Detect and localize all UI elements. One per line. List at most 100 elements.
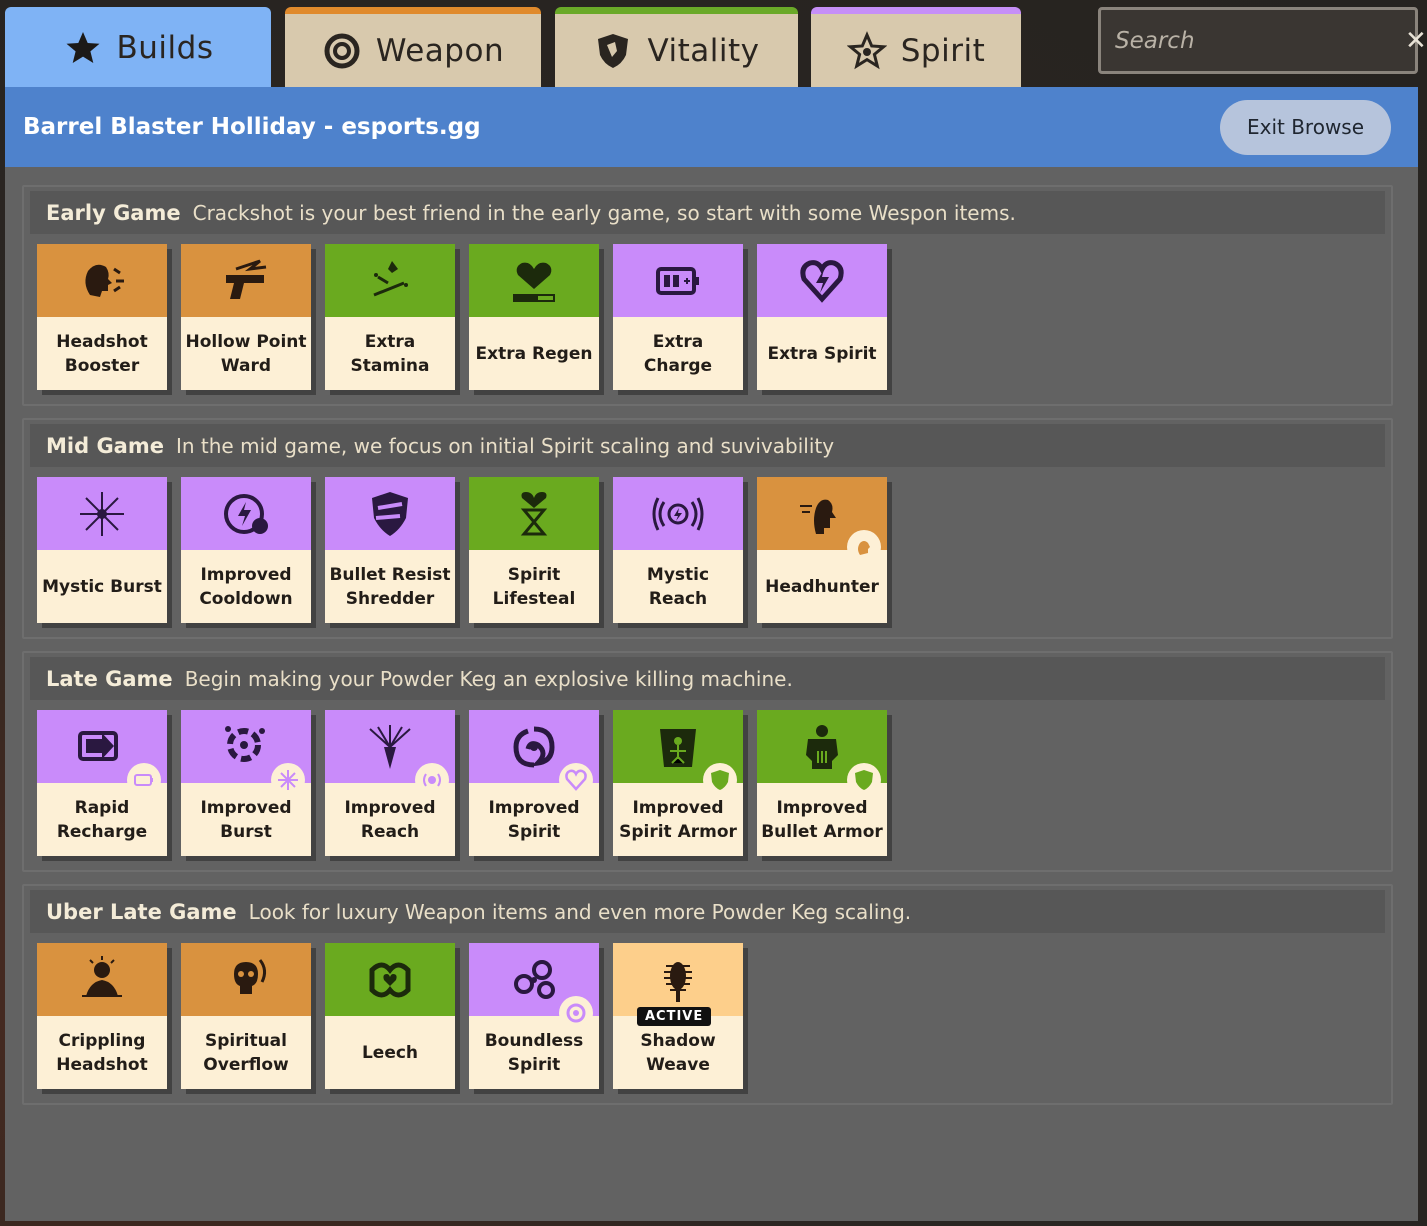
item-card-extra-spirit[interactable]: Extra Spirit bbox=[757, 244, 887, 390]
item-card-spirit-lifesteal[interactable]: Spirit Lifesteal bbox=[469, 477, 599, 623]
improved-cooldown-icon bbox=[181, 477, 311, 550]
upgrade-badge-icon bbox=[127, 763, 161, 797]
item-card-shadow-weave[interactable]: ACTIVE Shadow Weave bbox=[613, 943, 743, 1089]
spirit-lifesteal-icon bbox=[469, 477, 599, 550]
extra-charge-icon bbox=[613, 244, 743, 317]
spirit-star-icon bbox=[846, 30, 888, 71]
tab-vitality[interactable]: Vitality bbox=[555, 7, 798, 87]
item-card-extra-charge[interactable]: Extra Charge bbox=[613, 244, 743, 390]
spiritual-overflow-icon bbox=[181, 943, 311, 1016]
section-title: Early Game bbox=[46, 200, 181, 225]
tab-label: Vitality bbox=[647, 32, 760, 69]
section-late-game: Late Game Begin making your Powder Keg an… bbox=[22, 651, 1393, 872]
tab-label: Spirit bbox=[900, 32, 986, 69]
item-name: Mystic Burst bbox=[42, 576, 162, 597]
star-icon bbox=[63, 28, 103, 68]
leech-icon bbox=[325, 943, 455, 1016]
shield-icon bbox=[593, 31, 633, 71]
item-card-mystic-burst[interactable]: Mystic Burst bbox=[37, 477, 167, 623]
item-card-crippling-headshot[interactable]: Crippling Headshot bbox=[37, 943, 167, 1089]
item-name: Shadow Weave bbox=[640, 1030, 716, 1075]
item-card-headshot-booster[interactable]: Headshot Booster bbox=[37, 244, 167, 390]
section-header: Uber Late Game Look for luxury Weapon ite… bbox=[30, 890, 1385, 933]
section-title: Mid Game bbox=[46, 433, 164, 458]
improved-bullet-armor-icon bbox=[757, 710, 887, 797]
search-box: ✕ bbox=[1098, 7, 1427, 74]
item-row: Headshot Booster Hollow Point Ward Extra S… bbox=[30, 234, 1385, 390]
tab-weapon[interactable]: Weapon bbox=[285, 7, 541, 87]
upgrade-badge-icon bbox=[847, 530, 881, 564]
section-description: Crackshot is your best friend in the ear… bbox=[192, 200, 1016, 225]
section-header: Mid Game In the mid game, we focus on ini… bbox=[30, 424, 1385, 467]
upgrade-badge-icon bbox=[271, 763, 305, 797]
improved-reach-icon bbox=[325, 710, 455, 797]
item-name: Spiritual Overflow bbox=[203, 1030, 289, 1075]
section-title: Uber Late Game bbox=[46, 899, 237, 924]
section-uber-late-game: Uber Late Game Look for luxury Weapon ite… bbox=[22, 884, 1393, 1105]
item-name: Bullet Resist Shredder bbox=[329, 564, 451, 609]
item-name: Spirit Lifesteal bbox=[492, 564, 576, 609]
mystic-burst-icon bbox=[37, 477, 167, 550]
improved-burst-icon bbox=[181, 710, 311, 797]
extra-spirit-icon bbox=[757, 244, 887, 317]
shop-tabs: Builds Weapon Vitality Spirit ✕ bbox=[0, 0, 1427, 89]
tab-label: Weapon bbox=[375, 32, 505, 69]
rapid-recharge-icon bbox=[37, 710, 167, 797]
section-mid-game: Mid Game In the mid game, we focus on ini… bbox=[22, 418, 1393, 639]
item-name: Mystic Reach bbox=[646, 564, 710, 609]
item-name: Improved Cooldown bbox=[199, 564, 293, 609]
tab-label: Builds bbox=[116, 30, 214, 66]
section-description: In the mid game, we focus on initial Spi… bbox=[175, 433, 835, 458]
section-description: Begin making your Powder Keg an explosiv… bbox=[184, 666, 793, 691]
item-card-mystic-reach[interactable]: Mystic Reach bbox=[613, 477, 743, 623]
mystic-reach-icon bbox=[613, 477, 743, 550]
section-title: Late Game bbox=[46, 666, 173, 691]
item-card-improved-spirit-armor[interactable]: Improved Spirit Armor bbox=[613, 710, 743, 856]
hollow-point-ward-icon bbox=[181, 244, 311, 317]
item-row: Crippling Headshot Spiritual Overflow Leec… bbox=[30, 933, 1385, 1089]
extra-regen-icon bbox=[469, 244, 599, 317]
item-card-rapid-recharge[interactable]: Rapid Recharge bbox=[37, 710, 167, 856]
section-description: Look for luxury Weapon items and even mo… bbox=[248, 899, 912, 924]
active-tag: ACTIVE bbox=[637, 1007, 712, 1026]
item-card-boundless-spirit[interactable]: Boundless Spirit bbox=[469, 943, 599, 1089]
item-card-bullet-resist-shredder[interactable]: Bullet Resist Shredder bbox=[325, 477, 455, 623]
item-card-hollow-point-ward[interactable]: Hollow Point Ward bbox=[181, 244, 311, 390]
shadow-weave-icon: ACTIVE bbox=[613, 943, 743, 1026]
tab-spirit[interactable]: Spirit bbox=[811, 7, 1021, 87]
upgrade-badge-icon bbox=[559, 996, 593, 1030]
item-card-improved-spirit[interactable]: Improved Spirit bbox=[469, 710, 599, 856]
section-header: Early Game Crackshot is your best friend … bbox=[30, 191, 1385, 234]
bullet-resist-shredder-icon bbox=[325, 477, 455, 550]
item-card-improved-burst[interactable]: Improved Burst bbox=[181, 710, 311, 856]
build-sections: Early Game Crackshot is your best friend … bbox=[22, 185, 1393, 1117]
improved-spirit-armor-icon bbox=[613, 710, 743, 797]
item-row: Rapid Recharge Improved Burst Improved Rea… bbox=[30, 700, 1385, 856]
item-card-spiritual-overflow[interactable]: Spiritual Overflow bbox=[181, 943, 311, 1089]
item-card-improved-reach[interactable]: Improved Reach bbox=[325, 710, 455, 856]
item-card-improved-cooldown[interactable]: Improved Cooldown bbox=[181, 477, 311, 623]
item-card-improved-bullet-armor[interactable]: Improved Bullet Armor bbox=[757, 710, 887, 856]
item-name: Leech bbox=[361, 1042, 419, 1063]
item-name: Extra Charge bbox=[643, 331, 713, 376]
headhunter-icon bbox=[757, 477, 887, 564]
upgrade-badge-icon bbox=[415, 763, 449, 797]
close-icon[interactable]: ✕ bbox=[1405, 26, 1427, 56]
headshot-booster-icon bbox=[37, 244, 167, 317]
item-name: Headshot Booster bbox=[56, 331, 148, 376]
weapon-icon bbox=[322, 31, 362, 71]
crippling-headshot-icon bbox=[37, 943, 167, 1016]
section-header: Late Game Begin making your Powder Keg an… bbox=[30, 657, 1385, 700]
item-card-leech[interactable]: Leech bbox=[325, 943, 455, 1089]
item-card-extra-regen[interactable]: Extra Regen bbox=[469, 244, 599, 390]
boundless-spirit-icon bbox=[469, 943, 599, 1030]
upgrade-badge-icon bbox=[847, 763, 881, 797]
item-name: Crippling Headshot bbox=[56, 1030, 148, 1075]
section-early-game: Early Game Crackshot is your best friend … bbox=[22, 185, 1393, 406]
item-card-headhunter[interactable]: Headhunter bbox=[757, 477, 887, 623]
item-name: Extra Spirit bbox=[767, 343, 877, 364]
exit-browse-button[interactable]: Exit Browse bbox=[1220, 99, 1391, 155]
item-card-extra-stamina[interactable]: Extra Stamina bbox=[325, 244, 455, 390]
search-input[interactable] bbox=[1115, 27, 1405, 54]
tab-builds[interactable]: Builds bbox=[5, 7, 271, 89]
